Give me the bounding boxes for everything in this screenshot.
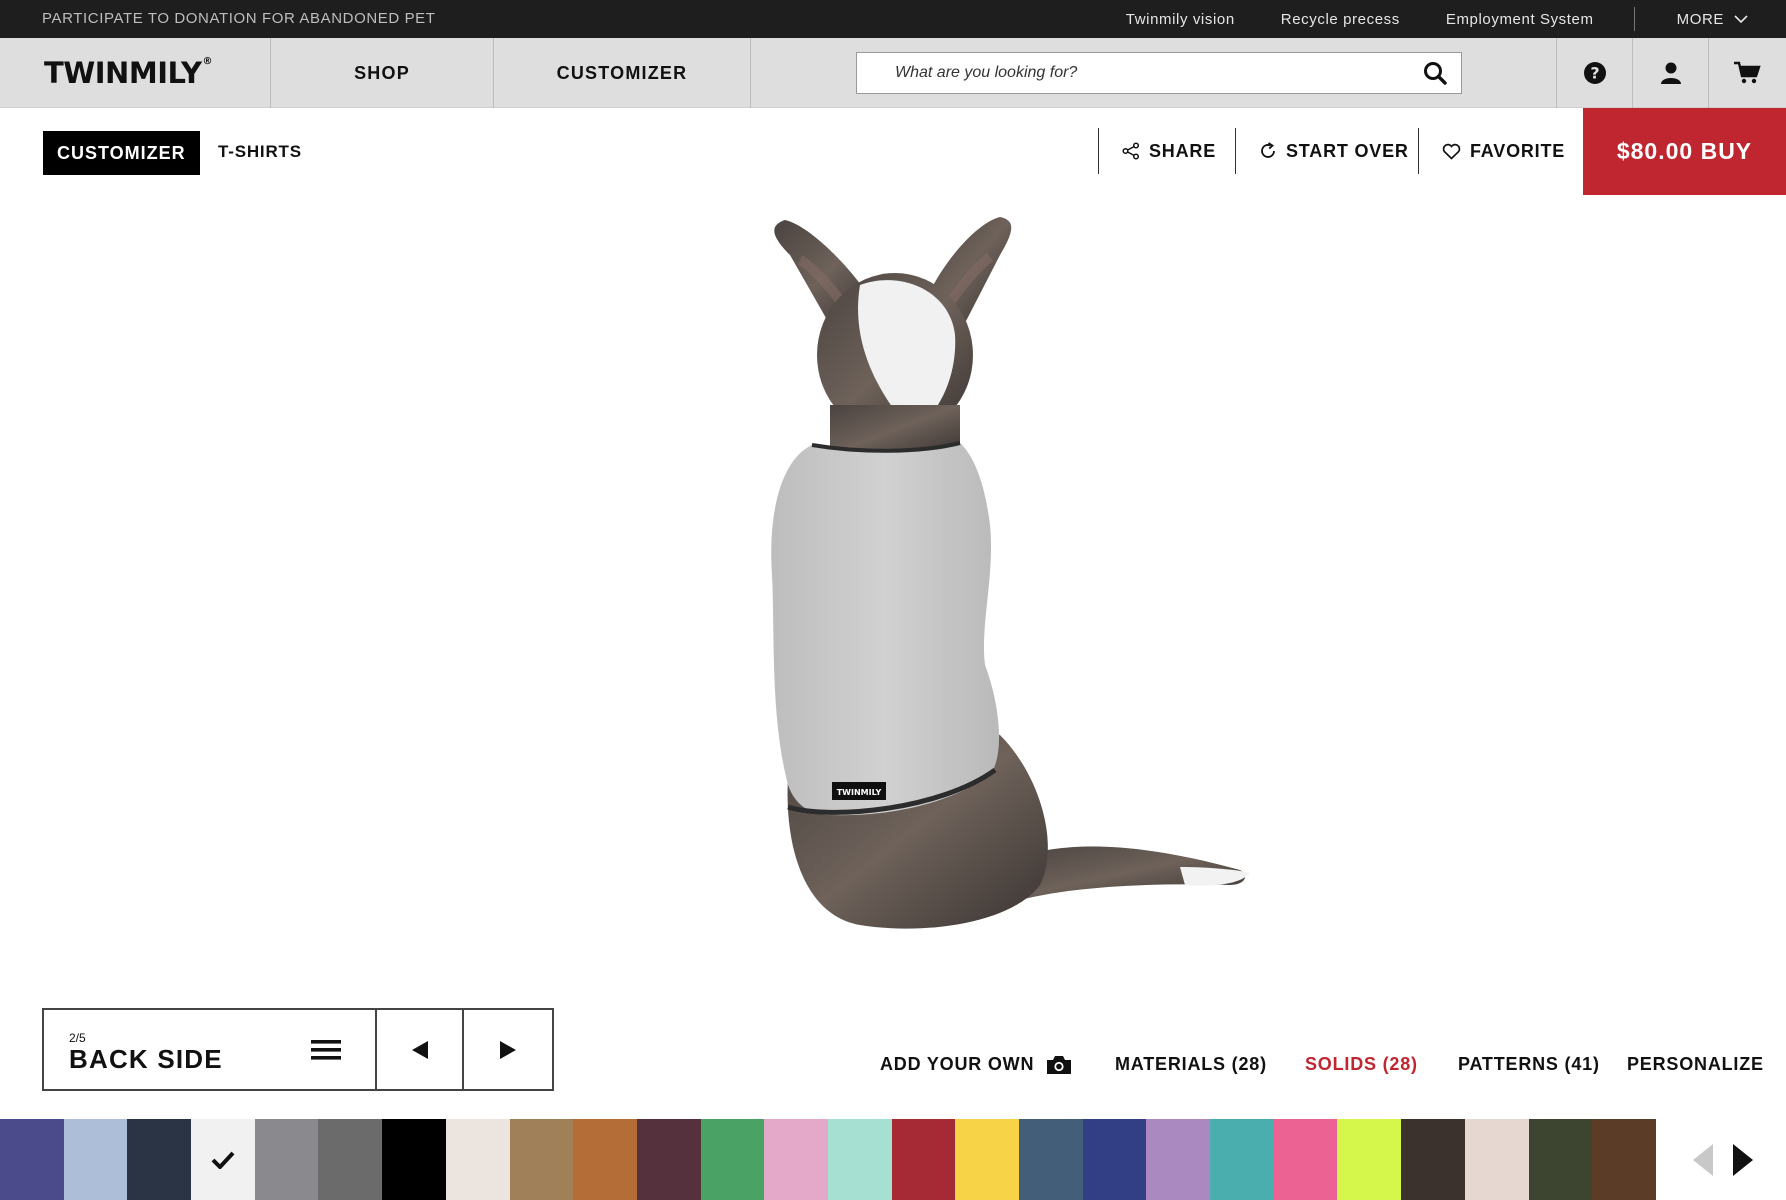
- color-swatch[interactable]: [1146, 1119, 1211, 1200]
- patterns-tab[interactable]: PATTERNS (41): [1458, 1054, 1600, 1075]
- swatch-prev-button[interactable]: [1683, 1130, 1723, 1190]
- favorite-button[interactable]: FAVORITE: [1442, 128, 1565, 174]
- color-swatch[interactable]: [955, 1119, 1019, 1200]
- user-icon: [1660, 62, 1681, 84]
- previous-side-button[interactable]: [377, 1010, 465, 1089]
- help-button[interactable]: ?: [1556, 38, 1632, 108]
- share-icon: [1122, 142, 1140, 160]
- product-preview: TWINMILY: [0, 195, 1786, 995]
- solids-tab[interactable]: SOLIDS (28): [1305, 1054, 1418, 1075]
- share-label: SHARE: [1149, 140, 1217, 161]
- side-view-menu[interactable]: 2/5 BACK SIDE: [44, 1010, 377, 1089]
- logo-text: TWINMILY: [44, 56, 202, 90]
- color-swatch[interactable]: [1273, 1119, 1338, 1200]
- color-swatch[interactable]: [63, 1119, 128, 1200]
- main-nav: TWINMILY® SHOP CUSTOMIZER ?: [0, 38, 1786, 108]
- divider: [1418, 128, 1419, 174]
- side-count: 2/5: [69, 1031, 86, 1045]
- color-swatch[interactable]: [1337, 1119, 1402, 1200]
- color-swatch[interactable]: [827, 1119, 892, 1200]
- checkmark-icon: [211, 1151, 235, 1169]
- camera-icon: [1047, 1055, 1072, 1074]
- color-swatch[interactable]: [1528, 1119, 1593, 1200]
- dog-in-tshirt-image: TWINMILY: [771, 217, 1250, 929]
- search-button[interactable]: [1409, 53, 1461, 93]
- triangle-right-icon: [1732, 1143, 1753, 1176]
- color-swatch[interactable]: [445, 1119, 510, 1200]
- start-over-label: START OVER: [1286, 140, 1409, 161]
- color-swatch[interactable]: [1210, 1119, 1274, 1200]
- divider: [1098, 128, 1099, 174]
- materials-tab[interactable]: MATERIALS (28): [1115, 1054, 1267, 1075]
- swatch-pager: [1659, 1119, 1786, 1200]
- share-button[interactable]: SHARE: [1122, 128, 1216, 174]
- divider: [1633, 7, 1635, 31]
- hamburger-icon: [310, 1040, 341, 1060]
- utility-links: Twinmily vision Recycle precess Employme…: [1080, 0, 1786, 38]
- nav-shop[interactable]: SHOP: [270, 38, 493, 108]
- link-twinmily-vision[interactable]: Twinmily vision: [1126, 11, 1235, 28]
- more-label: MORE: [1676, 10, 1724, 28]
- search-input[interactable]: [857, 54, 1409, 92]
- cart-button[interactable]: [1708, 38, 1784, 108]
- color-swatch[interactable]: [1401, 1119, 1465, 1200]
- top-utility-bar: PARTICIPATE TO DONATION FOR ABANDONED PE…: [0, 0, 1786, 38]
- start-over-button[interactable]: START OVER: [1259, 128, 1409, 174]
- favorite-label: FAVORITE: [1470, 140, 1566, 161]
- help-icon: ?: [1583, 62, 1606, 84]
- refresh-icon: [1261, 142, 1275, 158]
- color-swatch[interactable]: [318, 1119, 383, 1200]
- more-menu[interactable]: MORE: [1677, 11, 1748, 28]
- triangle-right-icon: [500, 1040, 517, 1059]
- next-side-button[interactable]: [464, 1010, 552, 1089]
- link-recycle-process[interactable]: Recycle precess: [1281, 11, 1400, 28]
- color-swatch[interactable]: [636, 1119, 701, 1200]
- side-title: BACK SIDE: [69, 1044, 223, 1074]
- add-your-own-tab[interactable]: ADD YOUR OWN: [880, 1054, 1072, 1075]
- color-swatch[interactable]: [191, 1119, 255, 1200]
- color-swatch[interactable]: [1464, 1119, 1529, 1200]
- breadcrumb-tshirts[interactable]: T-SHIRTS: [218, 142, 302, 162]
- side-selector: 2/5 BACK SIDE: [42, 1008, 554, 1091]
- personalize-tab[interactable]: PERSONALIZE: [1627, 1054, 1764, 1075]
- color-swatch[interactable]: [0, 1119, 64, 1200]
- link-employment-system[interactable]: Employment System: [1446, 11, 1594, 28]
- heart-icon: [1442, 143, 1461, 160]
- color-swatch[interactable]: [1082, 1119, 1147, 1200]
- buy-button[interactable]: $80.00 BUY: [1583, 108, 1786, 195]
- donation-promo-link[interactable]: PARTICIPATE TO DONATION FOR ABANDONED PE…: [42, 10, 436, 27]
- color-swatch-strip: [0, 1119, 1656, 1200]
- breadcrumb-customizer[interactable]: CUSTOMIZER: [43, 131, 200, 175]
- add-your-own-label: ADD YOUR OWN: [880, 1054, 1035, 1074]
- color-swatch[interactable]: [573, 1119, 637, 1200]
- divider: [1235, 128, 1236, 174]
- color-swatch[interactable]: [382, 1119, 446, 1200]
- triangle-left-icon: [411, 1040, 428, 1059]
- color-swatch[interactable]: [764, 1119, 828, 1200]
- color-swatch[interactable]: [254, 1119, 319, 1200]
- triangle-left-icon: [1692, 1143, 1713, 1176]
- search-icon: [1424, 62, 1447, 85]
- color-swatch[interactable]: [700, 1119, 765, 1200]
- nav-customizer[interactable]: CUSTOMIZER: [493, 38, 751, 108]
- shirt-tag-text: TWINMILY: [837, 788, 882, 797]
- brand-logo[interactable]: TWINMILY®: [44, 56, 212, 90]
- cart-icon: [1733, 61, 1761, 84]
- color-swatch[interactable]: [891, 1119, 956, 1200]
- color-swatch[interactable]: [1592, 1119, 1656, 1200]
- registered-mark: ®: [202, 56, 212, 67]
- search-box: [856, 52, 1462, 94]
- account-button[interactable]: [1632, 38, 1708, 108]
- svg-text:?: ?: [1590, 64, 1599, 83]
- color-swatch[interactable]: [127, 1119, 192, 1200]
- swatch-next-button[interactable]: [1723, 1130, 1763, 1190]
- chevron-down-icon: [1734, 14, 1748, 23]
- color-swatch[interactable]: [509, 1119, 574, 1200]
- color-swatch[interactable]: [1019, 1119, 1083, 1200]
- customizer-toolbar: CUSTOMIZER T-SHIRTS SHARE START OVER FAV…: [0, 108, 1786, 195]
